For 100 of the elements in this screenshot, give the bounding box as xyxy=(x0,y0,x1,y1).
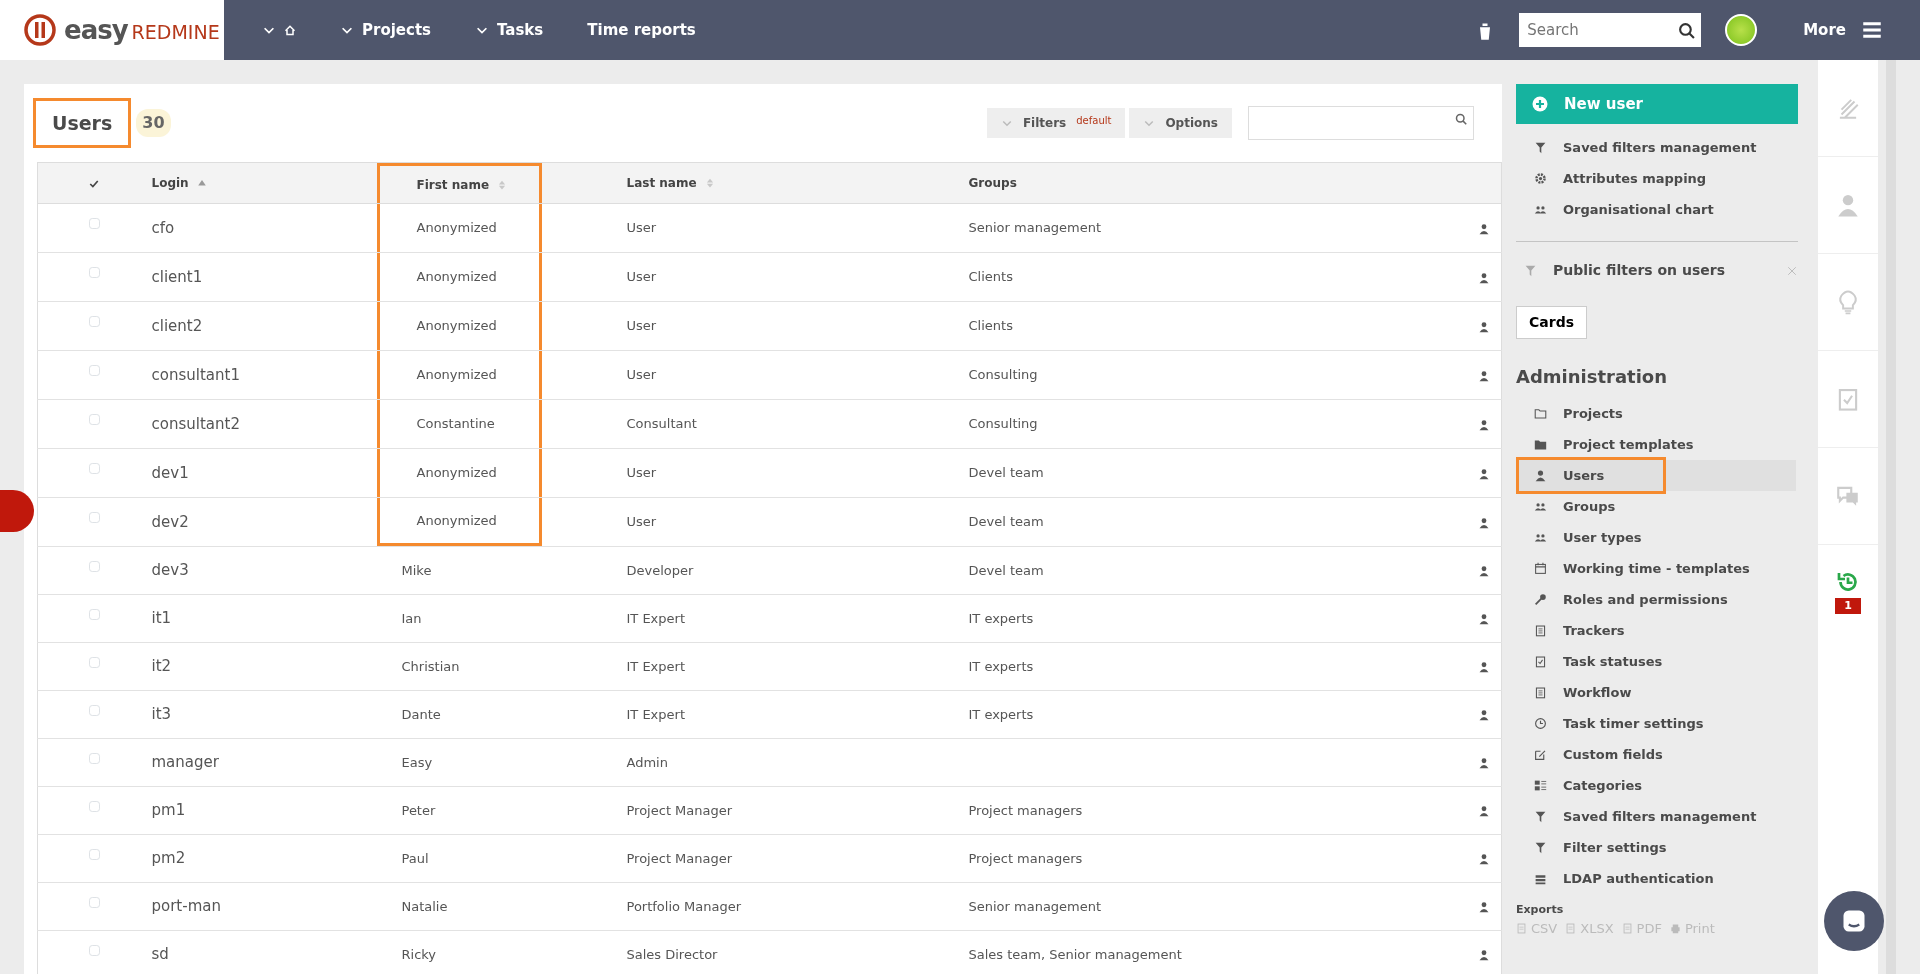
scrollbar[interactable] xyxy=(1886,60,1896,974)
admin-menu-item[interactable]: User types xyxy=(1516,522,1796,553)
table-cell: User xyxy=(626,318,657,334)
login-link[interactable]: dev3 xyxy=(151,561,189,580)
admin-menu-item[interactable]: Projects xyxy=(1516,398,1796,429)
admin-menu-item[interactable]: Groups xyxy=(1516,491,1796,522)
admin-menu-item[interactable]: Filter settings xyxy=(1516,832,1796,863)
table-cell: Devel team xyxy=(968,514,1044,530)
table-cell: Natalie xyxy=(401,898,448,914)
login-link[interactable]: sd xyxy=(151,945,169,964)
login-link[interactable]: it3 xyxy=(151,705,172,724)
row-checkbox[interactable] xyxy=(88,608,100,620)
login-link[interactable]: pm2 xyxy=(151,849,186,868)
nav-link[interactable]: Time reports xyxy=(565,18,718,42)
more-menu[interactable]: More xyxy=(1781,18,1904,42)
admin-menu-item[interactable]: Working time - templates xyxy=(1516,553,1796,584)
table-cell: Consulting xyxy=(968,367,1038,383)
admin-menu-item[interactable]: Project templates xyxy=(1516,429,1796,460)
table-cell: IT Expert xyxy=(626,706,685,722)
sidebar-link[interactable]: Organisational chart xyxy=(1516,194,1796,225)
cards-button[interactable]: Cards xyxy=(1516,306,1587,339)
person-icon xyxy=(1478,271,1491,284)
admin-menu-item[interactable]: Custom fields xyxy=(1516,739,1796,770)
admin-menu-item[interactable]: Roles and permissions xyxy=(1516,584,1796,615)
admin-menu-item[interactable]: Task timer settings xyxy=(1516,708,1796,739)
nav-menu[interactable]: Projects xyxy=(318,18,453,42)
people-icon xyxy=(1534,203,1547,216)
login-link[interactable]: port-man xyxy=(151,897,221,916)
table-cell: Dante xyxy=(401,706,441,722)
table-cell: Ricky xyxy=(401,946,437,962)
row-checkbox[interactable] xyxy=(88,896,100,908)
table-cell: Portfolio Manager xyxy=(626,898,742,914)
nav-menu[interactable]: Tasks xyxy=(453,18,566,42)
login-link[interactable]: client1 xyxy=(151,267,203,286)
admin-menu-item[interactable]: Users xyxy=(1516,460,1796,491)
row-checkbox[interactable] xyxy=(88,752,100,764)
page-title: Users xyxy=(36,100,129,146)
login-link[interactable]: dev2 xyxy=(151,512,189,531)
avatar[interactable] xyxy=(1725,14,1758,46)
login-link[interactable]: it1 xyxy=(151,609,172,628)
row-checkbox[interactable] xyxy=(88,704,100,716)
person-icon xyxy=(1478,661,1491,673)
calendar-icon xyxy=(1534,562,1547,575)
table-cell: IT Expert xyxy=(626,610,685,626)
table-cell: Consultant xyxy=(626,416,697,432)
table-cell: Project Manager xyxy=(626,850,733,866)
column-header[interactable]: First name xyxy=(416,175,508,194)
home-icon xyxy=(284,24,296,36)
table-cell-text: Anonymized xyxy=(416,464,497,483)
table-cell-text: Anonymized xyxy=(416,511,497,530)
sidebar-link[interactable]: Attributes mapping xyxy=(1516,163,1796,194)
table-cell: Senior management xyxy=(968,898,1102,914)
login-link[interactable]: cfo xyxy=(151,218,175,237)
people-icon xyxy=(1534,531,1547,544)
person-icon xyxy=(1478,516,1491,529)
search-field[interactable] xyxy=(1248,106,1474,140)
clock-icon xyxy=(1534,717,1547,730)
admin-menu-item[interactable]: Saved filters management xyxy=(1516,801,1796,832)
list-icon xyxy=(1534,779,1547,792)
row-checkbox[interactable] xyxy=(88,267,100,279)
login-link[interactable]: client2 xyxy=(151,316,203,335)
help-tab[interactable] xyxy=(0,490,34,532)
login-link[interactable]: consultant1 xyxy=(151,365,240,384)
admin-menu-item[interactable]: Workflow xyxy=(1516,677,1796,708)
row-checkbox[interactable] xyxy=(88,944,100,956)
row-checkbox[interactable] xyxy=(88,848,100,860)
filters-button[interactable]: Filters default xyxy=(986,108,1126,138)
row-checkbox[interactable] xyxy=(88,365,100,377)
row-checkbox[interactable] xyxy=(88,560,100,572)
login-link[interactable]: dev1 xyxy=(151,463,189,482)
row-checkbox[interactable] xyxy=(88,316,100,328)
login-link[interactable]: manager xyxy=(151,753,219,772)
login-link[interactable]: it2 xyxy=(151,657,172,676)
row-checkbox[interactable] xyxy=(88,414,100,426)
folder-icon xyxy=(1534,407,1547,420)
admin-menu-item[interactable]: LDAP authentication xyxy=(1516,863,1796,894)
options-button[interactable]: Options xyxy=(1129,108,1232,138)
admin-menu-item[interactable]: Trackers xyxy=(1516,615,1796,646)
table-cell: Consulting xyxy=(968,416,1038,432)
row-checkbox[interactable] xyxy=(88,656,100,668)
row-checkbox[interactable] xyxy=(88,800,100,812)
admin-menu-item[interactable]: Categories xyxy=(1516,770,1796,801)
section-title: Administration xyxy=(1516,365,1669,389)
notification-count: 1 xyxy=(1835,597,1861,614)
sidebar-link[interactable]: Saved filters management xyxy=(1516,132,1796,163)
count-badge: 30 xyxy=(136,109,171,137)
table-cell: User xyxy=(626,220,657,236)
table-cell: Project managers xyxy=(968,802,1083,818)
row-checkbox[interactable] xyxy=(88,218,100,230)
column-header[interactable]: Login xyxy=(151,174,207,192)
table-cell: Senior management xyxy=(968,220,1102,236)
row-checkbox[interactable] xyxy=(88,512,100,524)
row-checkbox[interactable] xyxy=(88,463,100,475)
person-icon xyxy=(1478,805,1491,817)
login-link[interactable]: pm1 xyxy=(151,801,186,820)
search-box[interactable]: Search xyxy=(1519,13,1702,47)
admin-menu-item[interactable]: Task statuses xyxy=(1516,646,1796,677)
column-header[interactable]: Groups xyxy=(968,174,1017,192)
login-link[interactable]: consultant2 xyxy=(151,414,240,433)
column-header[interactable]: Last name xyxy=(626,174,715,192)
